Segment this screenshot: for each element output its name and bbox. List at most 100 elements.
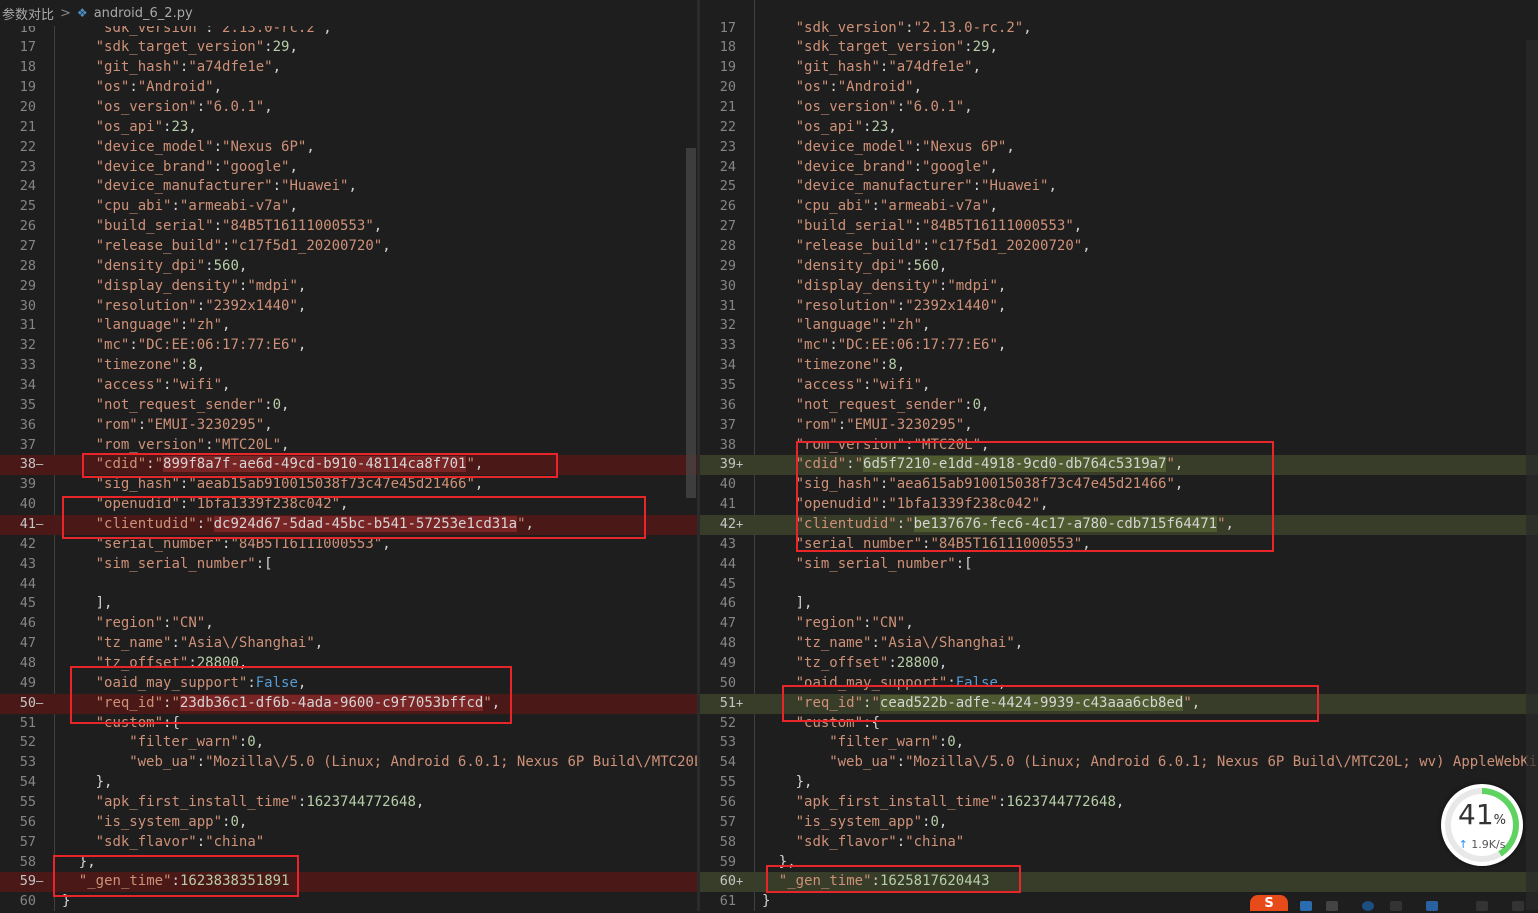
code-token: "filter_warn": [129, 734, 239, 751]
code-token: "os": [795, 79, 830, 96]
code-line[interactable]: 29 "display_density":"mdpi",: [0, 277, 697, 297]
code-token: "apk_first_install_time": [95, 794, 298, 811]
code-line[interactable]: 55},: [700, 773, 1538, 793]
code-line[interactable]: 31 "language":"zh",: [0, 316, 697, 336]
tray-icon[interactable]: [1300, 901, 1312, 911]
tray-icon[interactable]: [1476, 901, 1488, 911]
code-line[interactable]: 48 "tz_name":"Asia\/Shanghai",: [700, 634, 1538, 654]
code-line[interactable]: 45],: [0, 594, 697, 614]
network-monitor-widget[interactable]: 41% ↑ 1.9K/s: [1441, 784, 1523, 866]
code-line[interactable]: 19 "git_hash":"a74dfe1e",: [700, 58, 1538, 78]
code-token: ,: [188, 118, 197, 135]
code-line[interactable]: 26 "build_serial":"84B5T16111000553",: [0, 217, 697, 237]
code-line[interactable]: 18 "sdk_target_version":29,: [700, 38, 1538, 58]
code-line[interactable]: 54},: [0, 773, 697, 793]
code-line[interactable]: 53 "filter_warn":0,: [700, 733, 1538, 753]
code-line[interactable]: 49 "tz_offset":28800,: [700, 654, 1538, 674]
code-line[interactable]: 35 "not_request_sender":0,: [0, 396, 697, 416]
code-line[interactable]: 29 "density_dpi":560,: [700, 257, 1538, 277]
code-line[interactable]: 53 "web_ua":"Mozilla\/5.0 (Linux; Android…: [0, 753, 697, 773]
code-line[interactable]: 39 "sig_hash":"aeab15ab910015038f73c47e45…: [0, 475, 697, 495]
code-line[interactable]: 46 "region":"CN",: [0, 614, 697, 634]
code-token: "c17f5d1_20200720": [230, 237, 383, 254]
code-line[interactable]: 20 "os":"Android",: [700, 78, 1538, 98]
code-line[interactable]: 22 "device_model":"Nexus 6P",: [0, 138, 697, 158]
line-number: 22: [719, 118, 736, 135]
tray-icon[interactable]: [1512, 901, 1524, 911]
tray-icon[interactable]: [1362, 901, 1374, 911]
code-line[interactable]: 18 "git_hash":"a74dfe1e",: [0, 58, 697, 78]
code-line[interactable]: 36 "rom":"EMUI-3230295",: [0, 416, 697, 436]
code-line[interactable]: 34 "access":"wifi",: [0, 376, 697, 396]
code-line[interactable]: 22 "os_api":23,: [700, 118, 1538, 138]
code-line[interactable]: 27 "release_build":"c17f5d1_20200720",: [0, 237, 697, 257]
code-token: ],: [795, 595, 813, 612]
code-line[interactable]: 52 "filter_warn":0,: [0, 733, 697, 753]
code-line[interactable]: 23 "device_brand":"google",: [0, 158, 697, 178]
code-line[interactable]: 21 "os_version":"6.0.1",: [700, 98, 1538, 118]
code-line[interactable]: 28 "density_dpi":560,: [0, 257, 697, 277]
tray-icon[interactable]: [1326, 901, 1338, 911]
line-number: 38: [719, 436, 736, 453]
code-line[interactable]: 45: [700, 575, 1538, 595]
code-line[interactable]: 30 "resolution":"2392x1440",: [0, 297, 697, 317]
code-line[interactable]: 55 "apk_first_install_time":1623744772648…: [0, 793, 697, 813]
code-line[interactable]: 30 "display_density":"mdpi",: [700, 277, 1538, 297]
code-token: "Android": [137, 79, 214, 96]
code-token: 8: [888, 357, 897, 374]
code-line[interactable]: 25 "cpu_abi":"armeabi-v7a",: [0, 197, 697, 217]
code-line[interactable]: 54 "web_ua":"Mozilla\/5.0 (Linux; Android…: [700, 753, 1538, 773]
code-token: "google": [222, 158, 290, 175]
annotation-box: [796, 441, 1274, 552]
breadcrumb-folder[interactable]: 参数对比: [0, 4, 54, 23]
code-line[interactable]: 35 "access":"wifi",: [700, 376, 1538, 396]
tray-icon[interactable]: [1426, 901, 1438, 911]
code-line[interactable]: 28 "release_build":"c17f5d1_20200720",: [700, 237, 1538, 257]
scrollbar-thumb[interactable]: [686, 148, 696, 498]
code-line[interactable]: 33 "mc":"DC:EE:06:17:77:E6",: [700, 336, 1538, 356]
code-token: "release_build": [795, 237, 923, 254]
code-line[interactable]: 25 "device_manufacturer":"Huawei",: [700, 177, 1538, 197]
code-line[interactable]: 24 "device_manufacturer":"Huawei",: [0, 177, 697, 197]
code-line[interactable]: 24 "device_brand":"google",: [700, 158, 1538, 178]
code-token: ,: [1023, 19, 1032, 36]
code-line[interactable]: 33 "timezone":8,: [0, 356, 697, 376]
code-line[interactable]: 20 "os_version":"6.0.1",: [0, 98, 697, 118]
code-line[interactable]: 17 "sdk_version":"2.13.0-rc.2",: [700, 19, 1538, 39]
code-line[interactable]: 27 "build_serial":"84B5T16111000553",: [700, 217, 1538, 237]
code-line[interactable]: 58 "sdk_flavor":"china": [700, 833, 1538, 853]
sogou-ime-icon[interactable]: S: [1250, 895, 1288, 911]
code-line[interactable]: 26 "cpu_abi":"armeabi-v7a",: [700, 197, 1538, 217]
code-line[interactable]: 47 "region":"CN",: [700, 614, 1538, 634]
overview-ruler[interactable]: [1526, 40, 1538, 910]
code-line[interactable]: 31 "resolution":"2392x1440",: [700, 297, 1538, 317]
code-line[interactable]: 56 "apk_first_install_time":1623744772648…: [700, 793, 1538, 813]
code-token: "a74dfe1e": [188, 59, 273, 76]
code-line[interactable]: 47 "tz_name":"Asia\/Shanghai",: [0, 634, 697, 654]
code-line[interactable]: 44: [0, 575, 697, 595]
annotation-box: [82, 453, 558, 478]
code-line[interactable]: 44 "sim_serial_number":[: [700, 555, 1538, 575]
code-line[interactable]: 57 "sdk_flavor":"china": [0, 833, 697, 853]
code-token: :: [213, 138, 223, 155]
code-token: "Mozilla\/5.0 (Linux; Android 6.0.1; Nex…: [205, 754, 697, 771]
code-line[interactable]: 21 "os_api":23,: [0, 118, 697, 138]
code-line[interactable]: 32 "mc":"DC:EE:06:17:77:E6",: [0, 336, 697, 356]
code-line[interactable]: 57 "is_system_app":0,: [700, 813, 1538, 833]
code-token: ,: [205, 615, 214, 632]
code-line[interactable]: 23 "device_model":"Nexus 6P",: [700, 138, 1538, 158]
code-line[interactable]: 19 "os":"Android",: [0, 78, 697, 98]
line-number: 30: [719, 277, 736, 294]
code-line[interactable]: 32 "language":"zh",: [700, 316, 1538, 336]
code-text: "build_serial":"84B5T16111000553",: [796, 217, 1083, 237]
tray-icon[interactable]: [1390, 901, 1402, 911]
code-line[interactable]: 46],: [700, 594, 1538, 614]
code-line[interactable]: 34 "timezone":8,: [700, 356, 1538, 376]
code-line[interactable]: 36 "not_request_sender":0,: [700, 396, 1538, 416]
code-line[interactable]: 17 "sdk_target_version":29,: [0, 38, 697, 58]
code-line[interactable]: 43 "sim_serial_number":[: [0, 555, 697, 575]
breadcrumb-file[interactable]: android_6_2.py: [94, 6, 193, 21]
code-line[interactable]: 37 "rom":"EMUI-3230295",: [700, 416, 1538, 436]
code-line[interactable]: 56 "is_system_app":0,: [0, 813, 697, 833]
code-token: "cpu_abi": [795, 198, 872, 215]
